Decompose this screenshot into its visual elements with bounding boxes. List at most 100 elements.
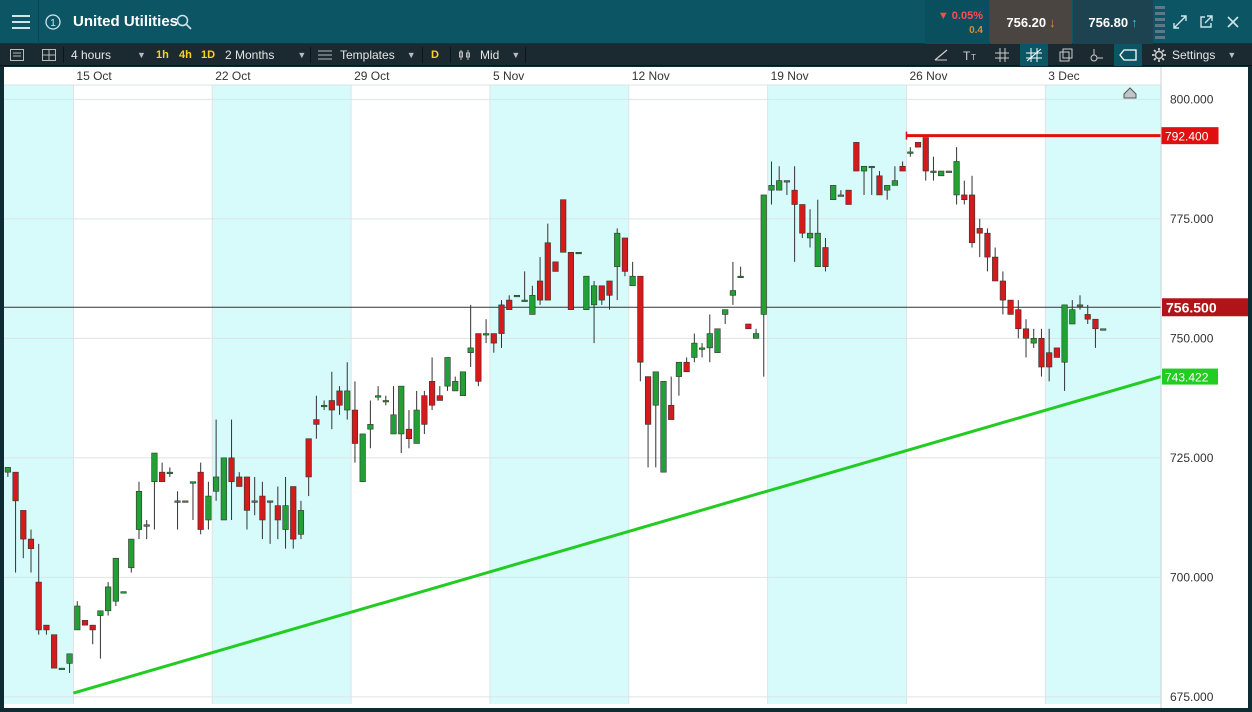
week-shading	[4, 85, 1161, 704]
candle-body	[174, 500, 181, 503]
candle-body	[814, 232, 821, 267]
candle-body	[1030, 338, 1037, 344]
candle-body	[282, 505, 289, 530]
templates-icon	[318, 50, 332, 60]
candle-body	[706, 333, 713, 349]
candle-body	[267, 500, 274, 503]
candle-body	[914, 142, 922, 148]
buy-price: 756.80	[1088, 14, 1129, 30]
candle-body	[860, 165, 868, 172]
sell-button[interactable]: 756.20 ↓	[990, 0, 1072, 44]
candlestick-chart[interactable]: 15 Oct 22 Oct 29 Oct 5 Nov 12 Nov 19 Nov 26 No…	[4, 67, 1248, 708]
candle-body	[938, 170, 945, 177]
templates-select[interactable]: Templates ▼	[318, 44, 416, 66]
candle-body	[367, 424, 374, 430]
candle-body	[159, 471, 166, 483]
buy-button[interactable]: 756.80 ↑	[1073, 0, 1153, 44]
candle-body	[421, 395, 428, 425]
candle-body	[490, 333, 497, 344]
candle-body	[444, 357, 451, 387]
candle-body	[112, 557, 119, 602]
candle-body	[483, 333, 490, 336]
interval-1h-button[interactable]: 1h	[156, 44, 169, 66]
candle-body	[714, 328, 721, 353]
menu-icon[interactable]	[6, 0, 36, 44]
candle-body	[467, 347, 474, 353]
candle-body	[945, 170, 952, 173]
change-percent: ▼ 0.05%	[937, 10, 983, 22]
sidebar-toggle-icon[interactable]	[10, 44, 24, 66]
candle-body	[405, 428, 413, 440]
x-axis: 15 Oct 22 Oct 29 Oct 5 Nov 12 Nov 19 Nov 26 No…	[4, 67, 1161, 86]
candle-body	[259, 495, 266, 521]
layout-icon[interactable]	[42, 44, 56, 66]
info-icon[interactable]: 1	[40, 0, 66, 44]
price-chart[interactable]: 15 Oct 22 Oct 29 Oct 5 Nov 12 Nov 19 Nov 26 No…	[4, 67, 1248, 708]
interval-1d-button[interactable]: 1D	[201, 44, 215, 66]
candle-body	[567, 251, 575, 310]
candle-body	[830, 185, 837, 201]
candle-body	[51, 634, 58, 669]
candle-body	[359, 433, 366, 483]
indicator-icon[interactable]	[1085, 44, 1107, 66]
candle-body	[722, 309, 729, 315]
candle-body	[43, 624, 50, 631]
candle-body	[297, 510, 305, 535]
candle-body	[251, 500, 258, 503]
interval-select[interactable]: 4 hours ▼	[71, 44, 146, 66]
expand-icon[interactable]	[1168, 0, 1192, 44]
candle-body	[992, 256, 999, 282]
candle-body	[737, 275, 744, 278]
week-shade	[212, 85, 352, 704]
candle-body	[220, 457, 227, 521]
label-tag-icon[interactable]	[1114, 44, 1142, 66]
candle-body	[891, 180, 898, 186]
x-tick-label: 15 Oct	[76, 69, 112, 83]
x-tick-label: 5 Nov	[493, 69, 524, 83]
candle-body	[652, 371, 659, 406]
draw-line-icon[interactable]	[930, 44, 952, 66]
candle-body	[166, 471, 173, 474]
candle-body	[1038, 338, 1045, 368]
week-shade	[767, 85, 907, 704]
y-tick-label: 775.000	[1170, 212, 1214, 226]
candle-body	[691, 342, 698, 358]
arrow-down-icon: ↓	[1049, 14, 1056, 30]
candle-body	[27, 538, 35, 549]
settings-button[interactable]: Settings ▼	[1152, 44, 1236, 66]
candle-body	[968, 194, 976, 244]
candle-body	[74, 605, 81, 631]
grid-icon[interactable]	[991, 44, 1013, 66]
search-icon[interactable]	[174, 0, 194, 44]
candle-body	[35, 581, 42, 631]
candle-body	[1100, 328, 1107, 331]
candle-body	[105, 586, 112, 612]
close-icon[interactable]	[1221, 0, 1245, 44]
text-tool-icon[interactable]: TT	[960, 44, 982, 66]
candle-body	[4, 467, 11, 473]
popout-icon[interactable]	[1194, 0, 1218, 44]
candle-body	[614, 232, 621, 267]
range-select[interactable]: 2 Months ▼	[225, 44, 306, 66]
price-type-select[interactable]: Mid ▼	[458, 44, 520, 66]
candle-body	[806, 232, 814, 239]
candle-body	[760, 194, 767, 315]
candles-icon	[459, 50, 470, 60]
candle-body	[513, 295, 521, 298]
candle-body	[151, 452, 158, 483]
trendline-tag-text: 743.422	[1165, 371, 1209, 385]
candle-body	[745, 323, 752, 330]
candle-body	[382, 400, 389, 403]
d-badge[interactable]: D	[431, 44, 439, 66]
candle-body	[321, 404, 328, 408]
candle-body	[189, 481, 197, 484]
duplicate-icon[interactable]	[1055, 44, 1077, 66]
crosshair-icon[interactable]	[1020, 44, 1048, 66]
x-tick-label: 29 Oct	[354, 69, 390, 83]
x-tick-label: 3 Dec	[1048, 69, 1079, 83]
candle-body	[544, 242, 551, 301]
interval-4h-button[interactable]: 4h	[179, 44, 192, 66]
current-price-tag-text: 756.500	[1166, 299, 1217, 315]
candle-body	[536, 280, 544, 301]
y-tick-label: 700.000	[1170, 570, 1214, 584]
